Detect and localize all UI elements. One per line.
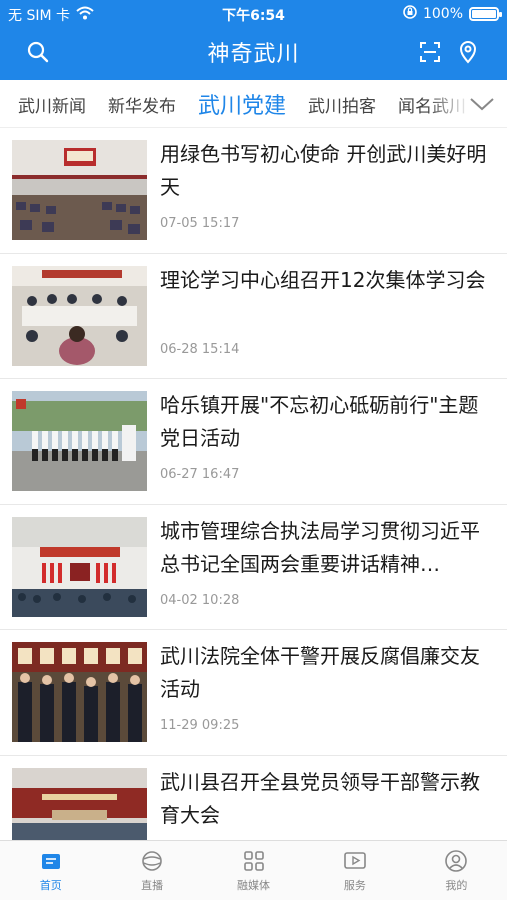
nav-live[interactable]: 直播 — [101, 841, 202, 900]
category-tabs: 武川新闻 新华发布 武川党建 武川拍客 闻名武川 — [0, 80, 507, 128]
grid-icon — [243, 851, 264, 871]
tab-party-building[interactable]: 武川党建 — [198, 88, 286, 120]
news-title: 用绿色书写初心使命 开创武川美好明天 — [160, 142, 487, 199]
news-time: 06-27 16:47 — [160, 467, 240, 482]
list-item[interactable]: 用绿色书写初心使命 开创武川美好明天 07-05 15:17 — [0, 128, 507, 254]
nav-home[interactable]: 首页 — [0, 841, 101, 900]
nav-profile[interactable]: 我的 — [406, 841, 507, 900]
app-header: 无 SIM 卡 下午6:54 100% 神奇武川 — [0, 0, 507, 80]
chevron-down-icon[interactable] — [469, 92, 495, 116]
battery-icon — [469, 7, 502, 21]
scan-icon[interactable] — [416, 38, 444, 66]
news-title: 城市管理综合执法局学习贯彻习近平总书记全国两会重要讲话精神… — [160, 518, 480, 576]
bottom-nav: 首页 直播 融媒体 服务 我的 — [0, 840, 507, 900]
news-time: 11-29 09:25 — [160, 718, 240, 733]
news-time: 04-02 10:28 — [160, 592, 240, 608]
nav-service-label: 服务 — [343, 879, 366, 892]
news-title: 哈乐镇开展"不忘初心砥砺前行"主题党日活动 — [160, 393, 479, 450]
news-title: 武川法院全体干警开展反腐倡廉交友活动 — [160, 644, 480, 701]
nav-media-label: 融媒体 — [237, 879, 271, 892]
home-icon — [41, 854, 60, 869]
news-thumbnail — [12, 265, 147, 366]
news-time: 06-28 15:14 — [160, 341, 240, 357]
news-thumbnail — [12, 140, 147, 240]
play-icon — [344, 852, 366, 869]
list-item[interactable]: 武川法院全体干警开展反腐倡廉交友活动 11-29 09:25 — [0, 630, 507, 756]
tab-xinhua-release[interactable]: 新华发布 — [108, 92, 176, 117]
tab-wuchuan-news[interactable]: 武川新闻 — [18, 92, 86, 117]
nav-service[interactable]: 服务 — [304, 841, 405, 900]
news-time: 07-05 15:17 — [160, 216, 240, 231]
tab-wuchuan-photographer[interactable]: 武川拍客 — [308, 92, 376, 117]
news-thumbnail — [12, 642, 147, 742]
list-item[interactable]: 理论学习中心组召开12次集体学习会 06-28 15:14 — [0, 254, 507, 379]
news-thumbnail — [12, 767, 147, 840]
status-bar: 无 SIM 卡 下午6:54 100% — [0, 0, 507, 28]
orientation-lock-icon — [403, 5, 417, 23]
user-icon — [445, 850, 468, 872]
list-item[interactable]: 武川县召开全县党员领导干部警示教育大会 — [0, 756, 507, 840]
news-list: 用绿色书写初心使命 开创武川美好明天 07-05 15:17 理论学习中心组召开… — [0, 128, 507, 840]
list-item[interactable]: 城市管理综合执法局学习贯彻习近平总书记全国两会重要讲话精神… 04-02 10:… — [0, 505, 507, 630]
nav-profile-label: 我的 — [445, 879, 468, 892]
nav-live-label: 直播 — [141, 879, 164, 892]
nav-home-label: 首页 — [39, 879, 62, 892]
list-item[interactable]: 哈乐镇开展"不忘初心砥砺前行"主题党日活动 06-27 16:47 — [0, 379, 507, 505]
news-title: 理论学习中心组召开12次集体学习会 — [160, 267, 486, 292]
nav-media[interactable]: 融媒体 — [203, 841, 304, 900]
battery-percent: 100% — [422, 6, 463, 22]
news-thumbnail — [12, 391, 147, 491]
news-thumbnail — [12, 516, 147, 617]
news-title: 武川县召开全县党员领导干部警示教育大会 — [160, 769, 480, 827]
live-icon — [142, 851, 162, 871]
location-icon[interactable] — [454, 38, 482, 66]
